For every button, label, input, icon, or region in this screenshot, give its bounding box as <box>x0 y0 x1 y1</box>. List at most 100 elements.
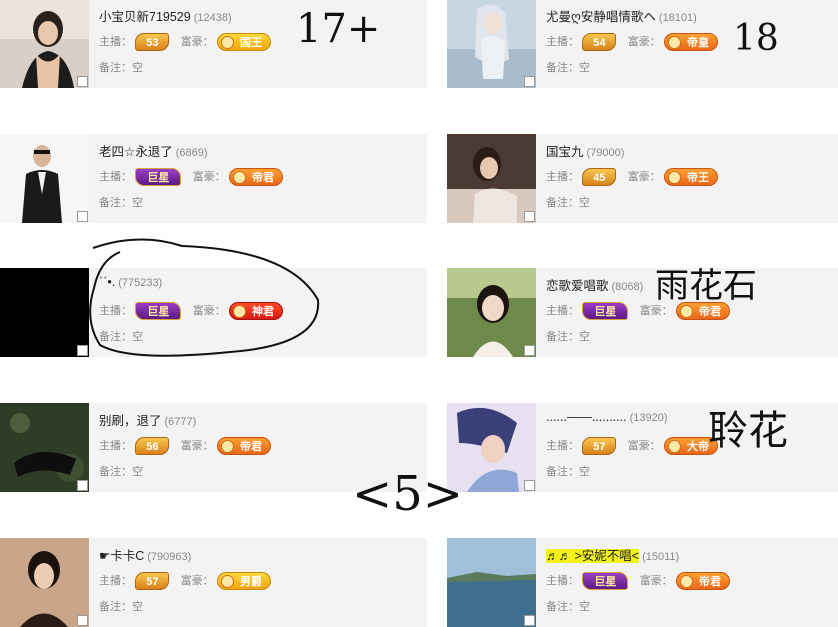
rich-label: 富豪： <box>627 440 661 452</box>
crown-icon <box>221 36 235 49</box>
avatar[interactable] <box>447 268 536 357</box>
avatar[interactable] <box>0 538 89 627</box>
select-checkbox[interactable] <box>77 345 88 356</box>
host-level-badge: 54 <box>582 33 617 51</box>
select-checkbox[interactable] <box>524 480 535 491</box>
user-name[interactable]: ......——.......... <box>546 410 627 424</box>
rich-level-badge: 帝皇 <box>664 33 719 51</box>
host-level-badge: 巨星 <box>135 168 182 186</box>
list-item[interactable]: ♬♬ ˃安妮不唱˂ (15011) 主播： 巨星 富豪： 帝君 备注：空 <box>447 538 838 627</box>
rich-label: 富豪： <box>180 575 214 587</box>
note-value: 空 <box>132 62 143 74</box>
rich-label: 富豪： <box>180 36 214 48</box>
handwritten-note: 聆花 <box>708 408 788 454</box>
user-id: (6777) <box>164 416 197 428</box>
crown-icon <box>668 36 682 49</box>
note-label: 备注： <box>99 466 132 478</box>
host-label: 主播： <box>546 36 579 48</box>
note-label: 备注： <box>546 62 579 74</box>
rich-label: 富豪： <box>627 171 661 183</box>
select-checkbox[interactable] <box>524 345 535 356</box>
user-id: (6869) <box>175 147 208 159</box>
note-label: 备注： <box>99 601 132 613</box>
host-level-badge: 57 <box>135 572 170 590</box>
host-label: 主播： <box>99 36 132 48</box>
avatar[interactable] <box>0 0 89 88</box>
rich-label: 富豪： <box>192 171 226 183</box>
rich-level-badge: 帝君 <box>676 572 731 590</box>
rich-label: 富豪： <box>639 575 673 587</box>
user-name[interactable]: 恋歌爱唱歌 <box>546 279 609 293</box>
user-id: (18101) <box>658 12 697 24</box>
rich-label: 富豪： <box>180 440 214 452</box>
list-item[interactable]: 尤曼ღ安静唱情歌ヘ (18101) 主播： 54 富豪： 帝皇 备注：空 <box>447 0 838 88</box>
user-name[interactable]: ☛卡卡C <box>99 549 144 563</box>
host-level-badge: 巨星 <box>135 302 182 320</box>
crown-icon <box>668 171 682 184</box>
list-item[interactable]: ˋˊ•. (775233) 主播： 巨星 富豪： 神君 备注：空 <box>0 268 427 357</box>
handwritten-note: 17+ <box>296 6 381 52</box>
user-name[interactable]: 老四☆永退了 <box>99 145 173 159</box>
avatar[interactable] <box>0 403 89 492</box>
host-level-badge: 45 <box>582 168 617 186</box>
host-label: 主播： <box>99 575 132 587</box>
select-checkbox[interactable] <box>77 76 88 87</box>
select-checkbox[interactable] <box>77 211 88 222</box>
user-id: (775233) <box>118 277 163 289</box>
rich-label: 富豪： <box>192 305 226 317</box>
host-label: 主播： <box>546 305 579 317</box>
handwritten-note: 雨花石 <box>655 266 757 306</box>
user-name[interactable]: 别刷，退了 <box>99 414 162 428</box>
host-level-badge: 56 <box>135 437 170 455</box>
avatar[interactable] <box>0 268 89 357</box>
user-name[interactable]: 小宝贝新719529 <box>99 10 191 24</box>
host-label: 主播： <box>546 440 579 452</box>
user-name[interactable]: 国宝九 <box>546 145 584 159</box>
note-value: 空 <box>579 601 590 613</box>
user-id: (12438) <box>193 12 232 24</box>
rich-label: 富豪： <box>627 36 661 48</box>
avatar[interactable] <box>447 0 536 88</box>
list-item[interactable]: 恋歌爱唱歌 (8068) 主播： 巨星 富豪： 帝君 备注：空 <box>447 268 838 357</box>
select-checkbox[interactable] <box>524 211 535 222</box>
user-id: (79000) <box>586 147 625 159</box>
note-value: 空 <box>579 62 590 74</box>
note-value: 空 <box>579 197 590 209</box>
user-id: (15011) <box>642 551 680 563</box>
select-checkbox[interactable] <box>524 76 535 87</box>
user-name[interactable]: 尤曼ღ安静唱情歌ヘ <box>546 10 656 24</box>
user-name[interactable]: ˋˊ•. <box>99 275 115 289</box>
user-id: (13920) <box>629 412 668 424</box>
list-item[interactable]: 国宝九 (79000) 主播： 45 富豪： 帝王 备注：空 <box>447 134 838 223</box>
note-label: 备注： <box>546 331 579 343</box>
rich-level-badge: 帝王 <box>664 168 719 186</box>
note-label: 备注： <box>546 601 579 613</box>
host-label: 主播： <box>546 575 579 587</box>
list-item[interactable]: 老四☆永退了 (6869) 主播： 巨星 富豪： 帝君 备注：空 <box>0 134 427 223</box>
note-value: 空 <box>132 601 143 613</box>
crown-icon <box>221 440 235 453</box>
avatar[interactable] <box>447 538 536 627</box>
note-value: 空 <box>132 197 143 209</box>
select-checkbox[interactable] <box>77 480 88 491</box>
note-label: 备注： <box>546 197 579 209</box>
host-level-badge: 巨星 <box>582 572 629 590</box>
user-id: (790963) <box>147 551 192 563</box>
rich-level-badge: 帝君 <box>229 168 284 186</box>
note-value: 空 <box>132 331 143 343</box>
note-label: 备注： <box>546 466 579 478</box>
host-label: 主播： <box>99 440 132 452</box>
crown-icon <box>680 575 694 588</box>
avatar[interactable] <box>0 134 89 223</box>
host-level-badge: 57 <box>582 437 617 455</box>
rich-level-badge: 国王 <box>217 33 272 51</box>
user-name[interactable]: ♬♬ ˃安妮不唱˂ <box>546 549 640 563</box>
avatar[interactable] <box>447 134 536 223</box>
crown-icon <box>668 440 682 453</box>
host-level-badge: 巨星 <box>582 302 629 320</box>
note-value: 空 <box>579 331 590 343</box>
host-label: 主播： <box>99 171 132 183</box>
host-level-badge: 53 <box>135 33 170 51</box>
list-item[interactable]: ☛卡卡C (790963) 主播： 57 富豪： 男爵 备注：空 <box>0 538 427 627</box>
crown-icon <box>221 575 235 588</box>
